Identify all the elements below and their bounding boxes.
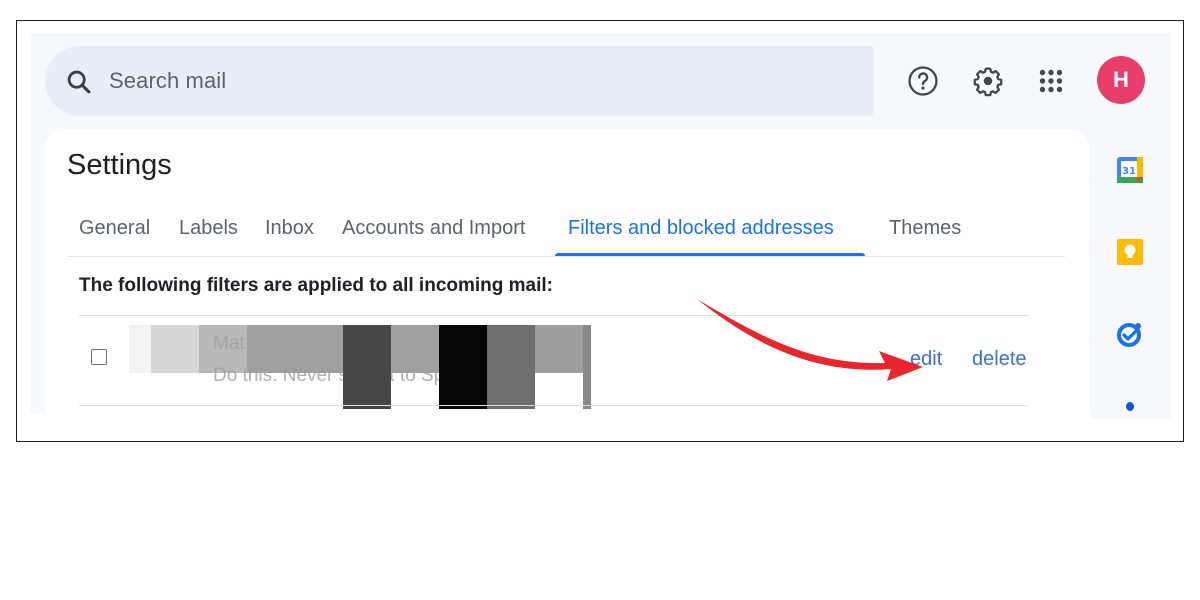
rail-dot-indicator xyxy=(1126,402,1134,411)
tab-labels[interactable]: Labels xyxy=(179,217,238,240)
redaction-block xyxy=(391,325,439,373)
filters-section-label: The following filters are applied to all… xyxy=(79,275,553,296)
settings-gear-icon[interactable] xyxy=(971,64,1005,98)
apps-grid-icon[interactable] xyxy=(1034,64,1068,98)
avatar-initial: H xyxy=(1113,67,1129,92)
divider xyxy=(79,405,1029,406)
search-input[interactable]: Search mail xyxy=(109,68,226,94)
calendar-date: 31 xyxy=(1122,166,1136,177)
redaction-block xyxy=(199,325,247,373)
search-icon[interactable] xyxy=(65,68,93,96)
active-tab-indicator xyxy=(555,253,865,256)
redaction-block xyxy=(583,325,591,409)
redaction-block xyxy=(439,325,487,409)
annotation-arrow xyxy=(697,299,923,381)
filter-checkbox[interactable] xyxy=(91,349,107,365)
gmail-app: Search mail H Settings General Labels In… xyxy=(31,33,1171,429)
settings-tabs: General Labels Inbox Accounts and Import… xyxy=(67,199,1065,257)
screenshot-frame: Search mail H Settings General Labels In… xyxy=(16,20,1184,442)
tasks-icon[interactable] xyxy=(1115,319,1145,349)
side-panel-rail: 31 xyxy=(1091,129,1171,419)
delete-filter-link[interactable]: delete xyxy=(972,348,1027,371)
account-avatar[interactable]: H xyxy=(1097,56,1145,104)
redaction-block xyxy=(247,325,343,373)
settings-panel: Settings General Labels Inbox Accounts a… xyxy=(45,129,1089,429)
redaction-block xyxy=(343,325,391,409)
redaction-block xyxy=(487,325,535,409)
redaction-block xyxy=(535,325,583,373)
page-title: Settings xyxy=(67,149,172,181)
tab-filters-and-blocked-addresses[interactable]: Filters and blocked addresses xyxy=(568,217,834,240)
calendar-icon[interactable]: 31 xyxy=(1115,155,1145,185)
tab-accounts-and-import[interactable]: Accounts and Import xyxy=(342,217,525,240)
redaction-block xyxy=(151,325,199,373)
help-icon[interactable] xyxy=(906,64,940,98)
tab-general[interactable]: General xyxy=(79,217,150,240)
tab-inbox[interactable]: Inbox xyxy=(265,217,314,240)
search-bar[interactable]: Search mail xyxy=(45,46,873,116)
tab-themes[interactable]: Themes xyxy=(889,217,961,240)
keep-icon[interactable] xyxy=(1115,237,1145,267)
redaction-block xyxy=(129,325,153,373)
